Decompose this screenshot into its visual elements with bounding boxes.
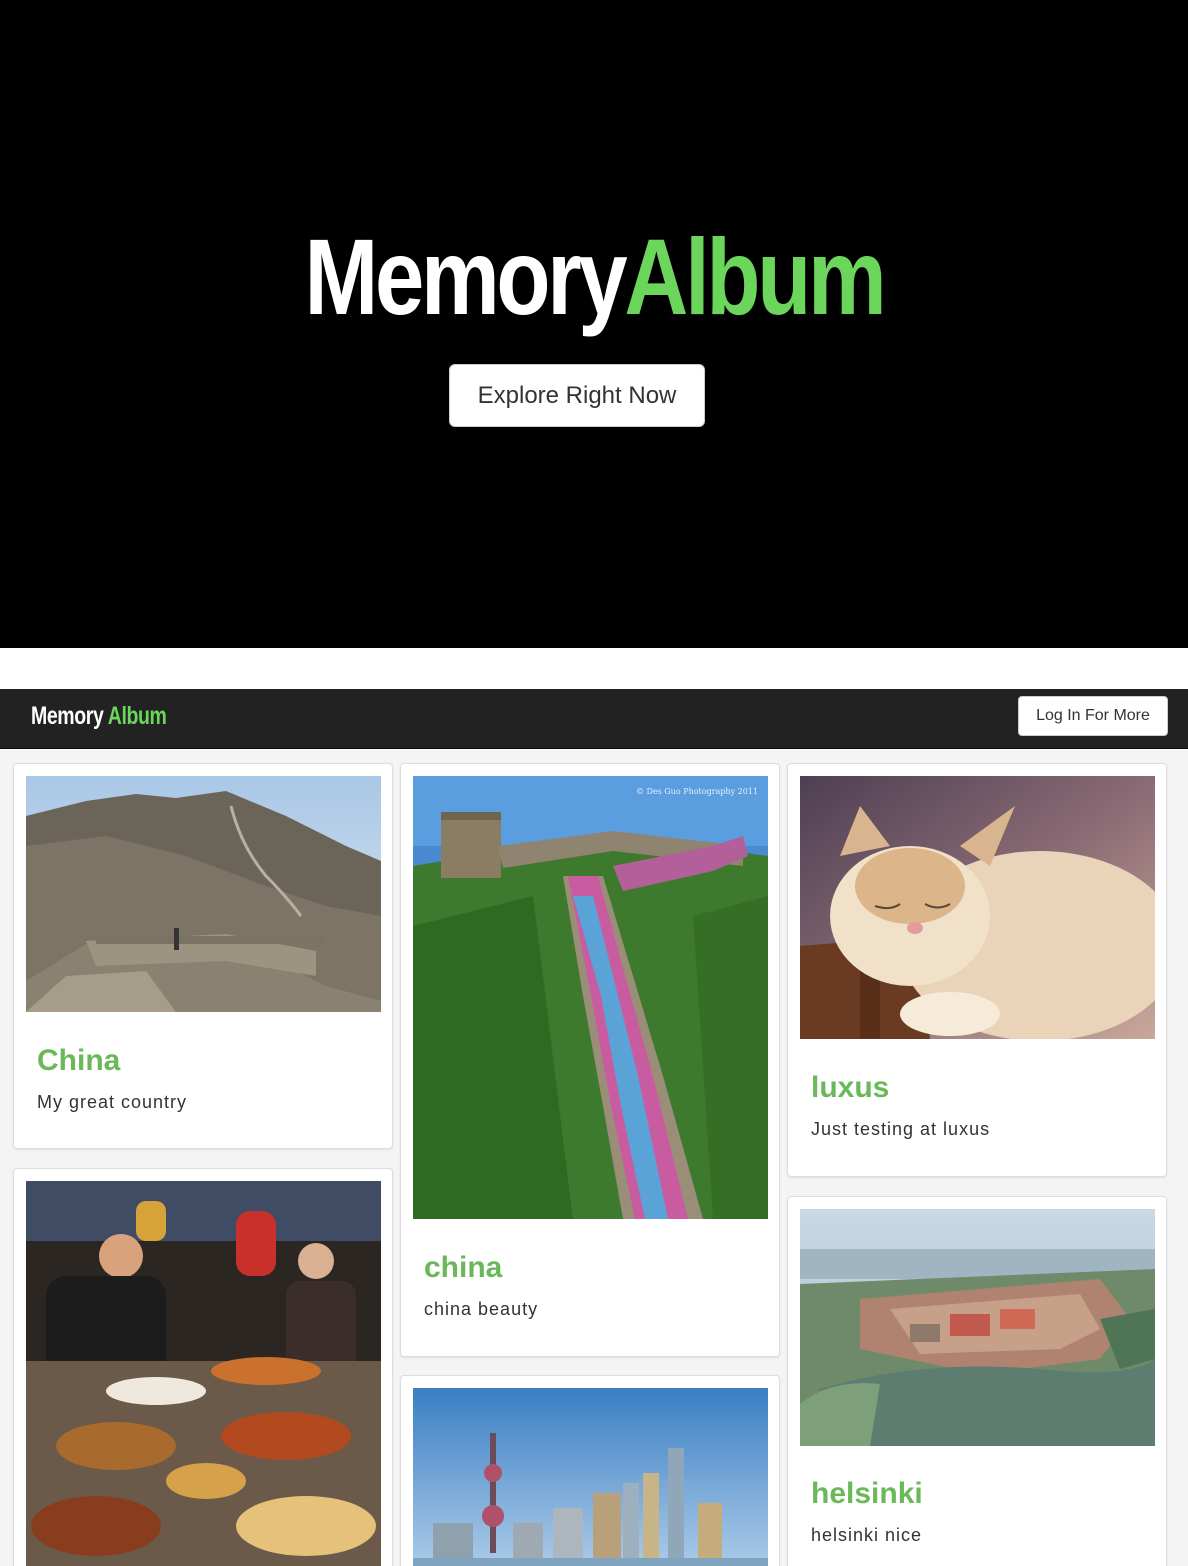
great-wall-crowd-photo[interactable]: © Des Guo Photography 2011: [413, 776, 768, 1219]
sleeping-cat-photo[interactable]: [800, 776, 1155, 1039]
album-description: Just testing at luxus: [811, 1119, 991, 1139]
brand-logo[interactable]: Memory Album: [31, 702, 167, 731]
hero-section: MemoryAlbum Explore Right Now: [0, 0, 1188, 648]
brand-part2: Album: [107, 702, 167, 730]
album-grid: China My great country © Des Guo Photogr…: [0, 750, 1188, 1566]
food-market-photo[interactable]: [26, 1181, 381, 1566]
hero-title: MemoryAlbum: [107, 222, 1081, 332]
album-title[interactable]: helsinki: [811, 1477, 923, 1511]
album-card[interactable]: luxus Just testing at luxus: [787, 763, 1167, 1177]
explore-button[interactable]: Explore Right Now: [449, 364, 705, 427]
login-button[interactable]: Log In For More: [1018, 696, 1168, 736]
hero-title-part2: Album: [624, 216, 886, 337]
great-wall-mountain-photo[interactable]: [26, 776, 381, 1012]
album-card[interactable]: [13, 1168, 393, 1566]
album-description: china beauty: [424, 1299, 539, 1319]
brand-part1: Memory: [31, 702, 104, 730]
album-title[interactable]: china: [424, 1251, 502, 1285]
shanghai-skyline-photo[interactable]: [413, 1388, 768, 1566]
photo-watermark: © Des Guo Photography 2011: [636, 787, 758, 796]
album-card[interactable]: China My great country: [13, 763, 393, 1149]
helsinki-aerial-photo[interactable]: [800, 1209, 1155, 1446]
navbar: Memory Album Log In For More: [0, 689, 1188, 749]
album-description: helsinki nice: [811, 1525, 923, 1545]
album-card[interactable]: © Des Guo Photography 2011 china china b…: [400, 763, 780, 1357]
album-title[interactable]: luxus: [811, 1071, 889, 1105]
album-title[interactable]: China: [37, 1044, 120, 1078]
album-card[interactable]: [400, 1375, 780, 1566]
album-card[interactable]: helsinki helsinki nice: [787, 1196, 1167, 1566]
hero-title-part1: Memory: [304, 216, 627, 337]
album-description: My great country: [37, 1092, 188, 1112]
